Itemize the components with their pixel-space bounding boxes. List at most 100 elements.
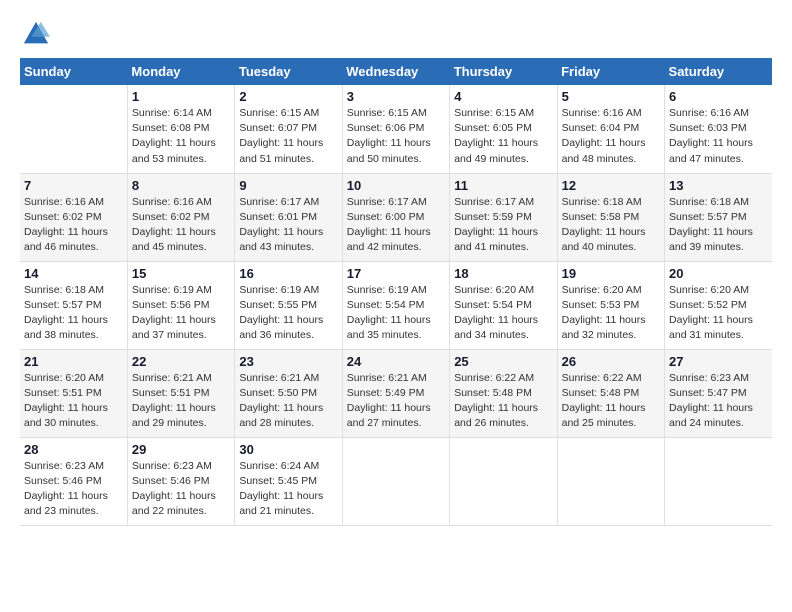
calendar-cell: 8 Sunrise: 6:16 AMSunset: 6:02 PMDaylight… — [127, 173, 234, 261]
day-number: 28 — [24, 442, 123, 457]
day-number: 12 — [562, 178, 660, 193]
day-number: 26 — [562, 354, 660, 369]
day-info: Sunrise: 6:19 AMSunset: 5:55 PMDaylight:… — [239, 283, 337, 344]
calendar-cell: 2 Sunrise: 6:15 AMSunset: 6:07 PMDaylight… — [235, 85, 342, 173]
calendar-cell: 12 Sunrise: 6:18 AMSunset: 5:58 PMDayligh… — [557, 173, 664, 261]
calendar-cell: 15 Sunrise: 6:19 AMSunset: 5:56 PMDayligh… — [127, 261, 234, 349]
day-info: Sunrise: 6:21 AMSunset: 5:49 PMDaylight:… — [347, 371, 445, 432]
calendar-cell: 27 Sunrise: 6:23 AMSunset: 5:47 PMDayligh… — [665, 349, 772, 437]
day-number: 2 — [239, 89, 337, 104]
day-info: Sunrise: 6:20 AMSunset: 5:54 PMDaylight:… — [454, 283, 552, 344]
day-info: Sunrise: 6:18 AMSunset: 5:57 PMDaylight:… — [669, 195, 768, 256]
day-number: 14 — [24, 266, 123, 281]
day-info: Sunrise: 6:15 AMSunset: 6:05 PMDaylight:… — [454, 106, 552, 167]
col-saturday: Saturday — [665, 58, 772, 85]
calendar-cell: 4 Sunrise: 6:15 AMSunset: 6:05 PMDaylight… — [450, 85, 557, 173]
calendar-cell: 11 Sunrise: 6:17 AMSunset: 5:59 PMDayligh… — [450, 173, 557, 261]
calendar-cell: 30 Sunrise: 6:24 AMSunset: 5:45 PMDayligh… — [235, 437, 342, 525]
calendar-cell: 14Sunrise: 6:18 AMSunset: 5:57 PMDayligh… — [20, 261, 127, 349]
day-number: 22 — [132, 354, 230, 369]
calendar-cell: 13 Sunrise: 6:18 AMSunset: 5:57 PMDayligh… — [665, 173, 772, 261]
calendar-cell: 29 Sunrise: 6:23 AMSunset: 5:46 PMDayligh… — [127, 437, 234, 525]
day-info: Sunrise: 6:23 AMSunset: 5:46 PMDaylight:… — [132, 459, 230, 520]
day-info: Sunrise: 6:14 AMSunset: 6:08 PMDaylight:… — [132, 106, 230, 167]
calendar-cell: 28 Sunrise: 6:23 AMSunset: 5:46 PMDayligh… — [20, 437, 127, 525]
calendar-cell: 21Sunrise: 6:20 AMSunset: 5:51 PMDayligh… — [20, 349, 127, 437]
day-info: Sunrise: 6:22 AMSunset: 5:48 PMDaylight:… — [562, 371, 660, 432]
week-row-4: 28 Sunrise: 6:23 AMSunset: 5:46 PMDayligh… — [20, 437, 772, 525]
calendar-cell: 20Sunrise: 6:20 AMSunset: 5:52 PMDayligh… — [665, 261, 772, 349]
day-number: 16 — [239, 266, 337, 281]
day-info: Sunrise: 6:16 AMSunset: 6:04 PMDaylight:… — [562, 106, 660, 167]
calendar-cell: 24 Sunrise: 6:21 AMSunset: 5:49 PMDayligh… — [342, 349, 449, 437]
calendar-cell: 1 Sunrise: 6:14 AMSunset: 6:08 PMDaylight… — [127, 85, 234, 173]
calendar-cell: 26 Sunrise: 6:22 AMSunset: 5:48 PMDayligh… — [557, 349, 664, 437]
day-number: 11 — [454, 178, 552, 193]
day-number: 13 — [669, 178, 768, 193]
calendar-cell — [342, 437, 449, 525]
day-info: Sunrise: 6:16 AMSunset: 6:03 PMDaylight:… — [669, 106, 768, 167]
week-row-0: 1 Sunrise: 6:14 AMSunset: 6:08 PMDaylight… — [20, 85, 772, 173]
calendar-cell: 6 Sunrise: 6:16 AMSunset: 6:03 PMDaylight… — [665, 85, 772, 173]
day-info: Sunrise: 6:19 AMSunset: 5:56 PMDaylight:… — [132, 283, 230, 344]
calendar-table: Sunday Monday Tuesday Wednesday Thursday… — [20, 58, 772, 526]
calendar-cell: 5 Sunrise: 6:16 AMSunset: 6:04 PMDaylight… — [557, 85, 664, 173]
week-row-2: 14Sunrise: 6:18 AMSunset: 5:57 PMDayligh… — [20, 261, 772, 349]
week-row-3: 21Sunrise: 6:20 AMSunset: 5:51 PMDayligh… — [20, 349, 772, 437]
week-row-1: 7Sunrise: 6:16 AMSunset: 6:02 PMDaylight… — [20, 173, 772, 261]
col-thursday: Thursday — [450, 58, 557, 85]
day-number: 15 — [132, 266, 230, 281]
col-friday: Friday — [557, 58, 664, 85]
day-info: Sunrise: 6:18 AMSunset: 5:58 PMDaylight:… — [562, 195, 660, 256]
day-info: Sunrise: 6:24 AMSunset: 5:45 PMDaylight:… — [239, 459, 337, 520]
day-info: Sunrise: 6:23 AMSunset: 5:46 PMDaylight:… — [24, 459, 123, 520]
calendar-cell: 25Sunrise: 6:22 AMSunset: 5:48 PMDayligh… — [450, 349, 557, 437]
col-monday: Monday — [127, 58, 234, 85]
day-number: 6 — [669, 89, 768, 104]
day-info: Sunrise: 6:23 AMSunset: 5:47 PMDaylight:… — [669, 371, 768, 432]
logo — [20, 20, 50, 48]
day-number: 19 — [562, 266, 660, 281]
calendar-cell: 7Sunrise: 6:16 AMSunset: 6:02 PMDaylight… — [20, 173, 127, 261]
day-number: 10 — [347, 178, 445, 193]
day-number: 30 — [239, 442, 337, 457]
day-info: Sunrise: 6:17 AMSunset: 6:01 PMDaylight:… — [239, 195, 337, 256]
day-number: 8 — [132, 178, 230, 193]
col-sunday: Sunday — [20, 58, 127, 85]
calendar-cell — [20, 85, 127, 173]
day-number: 24 — [347, 354, 445, 369]
day-info: Sunrise: 6:15 AMSunset: 6:07 PMDaylight:… — [239, 106, 337, 167]
day-info: Sunrise: 6:16 AMSunset: 6:02 PMDaylight:… — [24, 195, 123, 256]
calendar-cell — [665, 437, 772, 525]
calendar-cell: 10Sunrise: 6:17 AMSunset: 6:00 PMDayligh… — [342, 173, 449, 261]
calendar-cell: 18 Sunrise: 6:20 AMSunset: 5:54 PMDayligh… — [450, 261, 557, 349]
day-number: 4 — [454, 89, 552, 104]
col-tuesday: Tuesday — [235, 58, 342, 85]
calendar-body: 1 Sunrise: 6:14 AMSunset: 6:08 PMDaylight… — [20, 85, 772, 525]
day-info: Sunrise: 6:17 AMSunset: 5:59 PMDaylight:… — [454, 195, 552, 256]
calendar-cell: 17Sunrise: 6:19 AMSunset: 5:54 PMDayligh… — [342, 261, 449, 349]
day-number: 1 — [132, 89, 230, 104]
calendar-cell — [557, 437, 664, 525]
day-info: Sunrise: 6:16 AMSunset: 6:02 PMDaylight:… — [132, 195, 230, 256]
day-info: Sunrise: 6:21 AMSunset: 5:51 PMDaylight:… — [132, 371, 230, 432]
calendar-cell — [450, 437, 557, 525]
day-number: 18 — [454, 266, 552, 281]
day-number: 23 — [239, 354, 337, 369]
calendar-header-row: Sunday Monday Tuesday Wednesday Thursday… — [20, 58, 772, 85]
calendar-cell: 23Sunrise: 6:21 AMSunset: 5:50 PMDayligh… — [235, 349, 342, 437]
calendar-cell: 19Sunrise: 6:20 AMSunset: 5:53 PMDayligh… — [557, 261, 664, 349]
day-number: 20 — [669, 266, 768, 281]
calendar-cell: 3Sunrise: 6:15 AMSunset: 6:06 PMDaylight… — [342, 85, 449, 173]
day-number: 3 — [347, 89, 445, 104]
page-header — [20, 20, 772, 48]
day-number: 21 — [24, 354, 123, 369]
calendar-cell: 22 Sunrise: 6:21 AMSunset: 5:51 PMDayligh… — [127, 349, 234, 437]
day-number: 5 — [562, 89, 660, 104]
day-number: 27 — [669, 354, 768, 369]
day-number: 29 — [132, 442, 230, 457]
day-info: Sunrise: 6:19 AMSunset: 5:54 PMDaylight:… — [347, 283, 445, 344]
col-wednesday: Wednesday — [342, 58, 449, 85]
calendar-cell: 16 Sunrise: 6:19 AMSunset: 5:55 PMDayligh… — [235, 261, 342, 349]
day-number: 25 — [454, 354, 552, 369]
